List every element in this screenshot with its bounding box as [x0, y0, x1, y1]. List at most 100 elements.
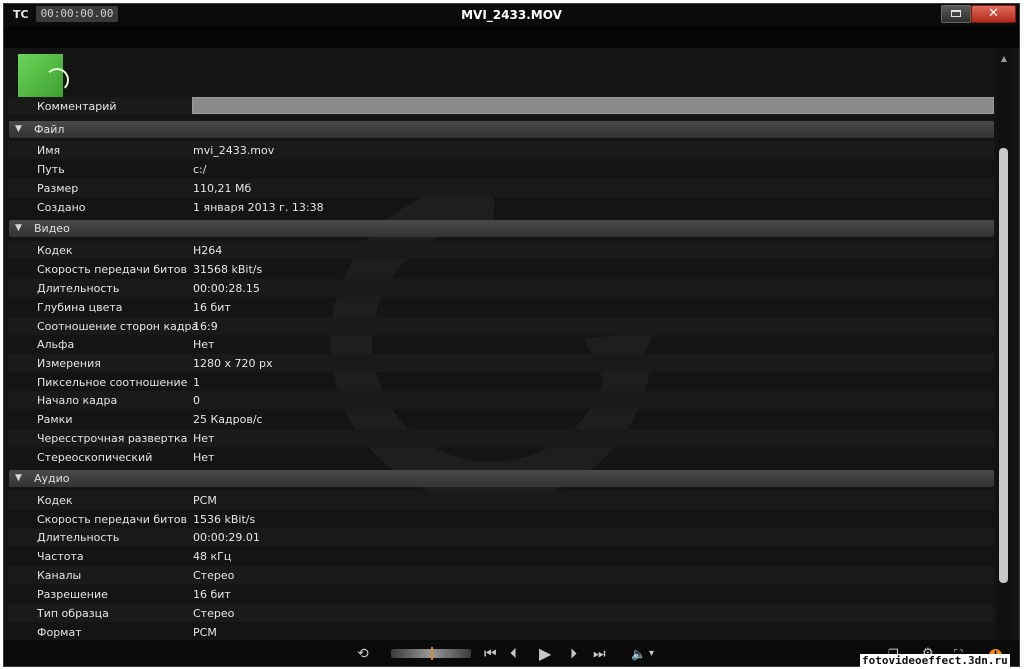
table-row: Кодек PCM	[8, 491, 994, 509]
property-value: Нет	[193, 338, 215, 351]
table-row: Кодек H264	[8, 241, 994, 259]
property-value: 110,21 Мб	[193, 182, 252, 195]
property-label: Чересстрочная развертка	[37, 432, 188, 445]
property-label: Длительность	[37, 531, 120, 544]
property-label: Тип образца	[37, 607, 109, 620]
volume-icon[interactable]: 🔈	[631, 640, 646, 666]
property-label: Кодек	[37, 244, 73, 257]
property-value: 16 бит	[193, 301, 231, 314]
table-row: Пиксельное соотношение 1	[8, 373, 994, 391]
section-video-header[interactable]: ▼ Видео	[9, 220, 994, 237]
property-label: Длительность	[37, 282, 120, 295]
property-value: Стерео	[193, 607, 235, 620]
section-audio-header[interactable]: ▼ Аудио	[9, 470, 994, 487]
collapse-triangle-icon: ▼	[15, 124, 22, 134]
table-row: Длительность 00:00:28.15	[8, 279, 994, 297]
property-label: Создано	[37, 201, 86, 214]
table-row: Скорость передачи битов 31568 kBit/s	[8, 260, 994, 278]
toolbar-strip	[4, 26, 1019, 48]
property-value: 00:00:29.01	[193, 531, 260, 544]
property-value: Стерео	[193, 569, 235, 582]
property-value: 1 января 2013 г. 13:38	[193, 201, 324, 214]
property-label: Частота	[37, 550, 84, 563]
property-value: 1536 kBit/s	[193, 513, 256, 526]
property-value: mvi_2433.mov	[193, 144, 275, 157]
go-to-start-icon[interactable]: ⏮	[484, 640, 497, 666]
close-icon: ✕	[988, 6, 999, 21]
property-value: PCM	[193, 494, 217, 507]
table-row: Частота 48 кГц	[8, 547, 994, 565]
site-watermark: fotovideoeffect.3dn.ru	[860, 654, 1010, 667]
scrollbar-thumb[interactable]	[999, 148, 1008, 583]
property-label: Глубина цвета	[37, 301, 123, 314]
table-row: Тип образца Стерео	[8, 604, 994, 622]
step-back-icon[interactable]: ⏴	[510, 640, 517, 666]
property-value: 1280 x 720 px	[193, 357, 273, 370]
table-row: Чересстрочная развертка Нет	[8, 429, 994, 447]
property-value: Нет	[193, 432, 215, 445]
property-value: 0	[193, 394, 200, 407]
section-file-header[interactable]: ▼ Файл	[9, 121, 994, 138]
section-title: Видео	[34, 222, 70, 235]
table-row: Имя mvi_2433.mov	[8, 141, 994, 159]
table-row: Каналы Стерео	[8, 566, 994, 584]
table-row: Измерения 1280 x 720 px	[8, 354, 994, 372]
table-row: Путь c:/	[8, 160, 994, 178]
maximize-icon	[951, 10, 961, 17]
table-row: Создано 1 января 2013 г. 13:38	[8, 198, 994, 216]
section-title: Аудио	[34, 472, 70, 485]
close-button[interactable]: ✕	[971, 5, 1016, 23]
step-forward-icon[interactable]: ⏵	[570, 640, 577, 666]
property-value: PCM	[193, 626, 217, 639]
info-panel: Комментарий ▼ Файл Имя mvi_2433.mov Путь c…	[4, 48, 1019, 644]
table-row: Скорость передачи битов 1536 kBit/s	[8, 510, 994, 528]
maximize-button[interactable]	[941, 5, 971, 23]
property-label: Соотношение сторон кадра	[37, 320, 199, 333]
property-value: 16 бит	[193, 588, 231, 601]
comment-label: Комментарий	[37, 100, 117, 113]
property-label: Путь	[37, 163, 65, 176]
property-label: Каналы	[37, 569, 82, 582]
comment-input[interactable]	[192, 97, 994, 114]
property-value: H264	[193, 244, 223, 257]
property-value: c:/	[193, 163, 207, 176]
property-label: Кодек	[37, 494, 73, 507]
table-row: Длительность 00:00:29.01	[8, 528, 994, 546]
table-row: Стереоскопический Нет	[8, 448, 994, 466]
play-icon[interactable]: ▶	[539, 640, 551, 666]
collapse-triangle-icon: ▼	[15, 473, 22, 483]
property-value: 48 кГц	[193, 550, 232, 563]
table-row: Размер 110,21 Мб	[8, 179, 994, 197]
table-row: Альфа Нет	[8, 335, 994, 353]
section-title: Файл	[34, 123, 65, 136]
shuttle-scrubber[interactable]	[391, 647, 471, 660]
property-label: Скорость передачи битов	[37, 263, 187, 276]
table-row: Глубина цвета 16 бит	[8, 298, 994, 316]
property-value: 25 Кадров/с	[193, 413, 263, 426]
table-row: Рамки 25 Кадров/с	[8, 410, 994, 428]
chevron-down-icon[interactable]: ▾	[649, 640, 654, 666]
property-label: Измерения	[37, 357, 101, 370]
scroll-up-arrow-icon[interactable]: ▲	[997, 54, 1011, 66]
collapse-triangle-icon: ▼	[15, 223, 22, 233]
property-label: Скорость передачи битов	[37, 513, 187, 526]
property-label: Рамки	[37, 413, 73, 426]
property-label: Имя	[37, 144, 61, 157]
property-label: Стереоскопический	[37, 451, 153, 464]
loop-icon[interactable]: ⟲	[357, 640, 369, 666]
table-row: Начало кадра 0	[8, 391, 994, 409]
property-label: Разрешение	[37, 588, 108, 601]
property-value: Нет	[193, 451, 215, 464]
property-label: Размер	[37, 182, 79, 195]
property-value: 16:9	[193, 320, 218, 333]
window-title: MVI_2433.MOV	[461, 8, 562, 22]
go-to-end-icon[interactable]: ⏭	[593, 640, 606, 666]
table-row: Разрешение 16 бит	[8, 585, 994, 603]
property-label: Альфа	[37, 338, 75, 351]
table-row: Формат PCM	[8, 623, 994, 641]
property-value: 00:00:28.15	[193, 282, 260, 295]
property-label: Начало кадра	[37, 394, 118, 407]
property-value: 31568 kBit/s	[193, 263, 263, 276]
title-bar: TC 00:00:00.00 MVI_2433.MOV ✕	[4, 4, 1019, 26]
property-label: Пиксельное соотношение	[37, 376, 188, 389]
